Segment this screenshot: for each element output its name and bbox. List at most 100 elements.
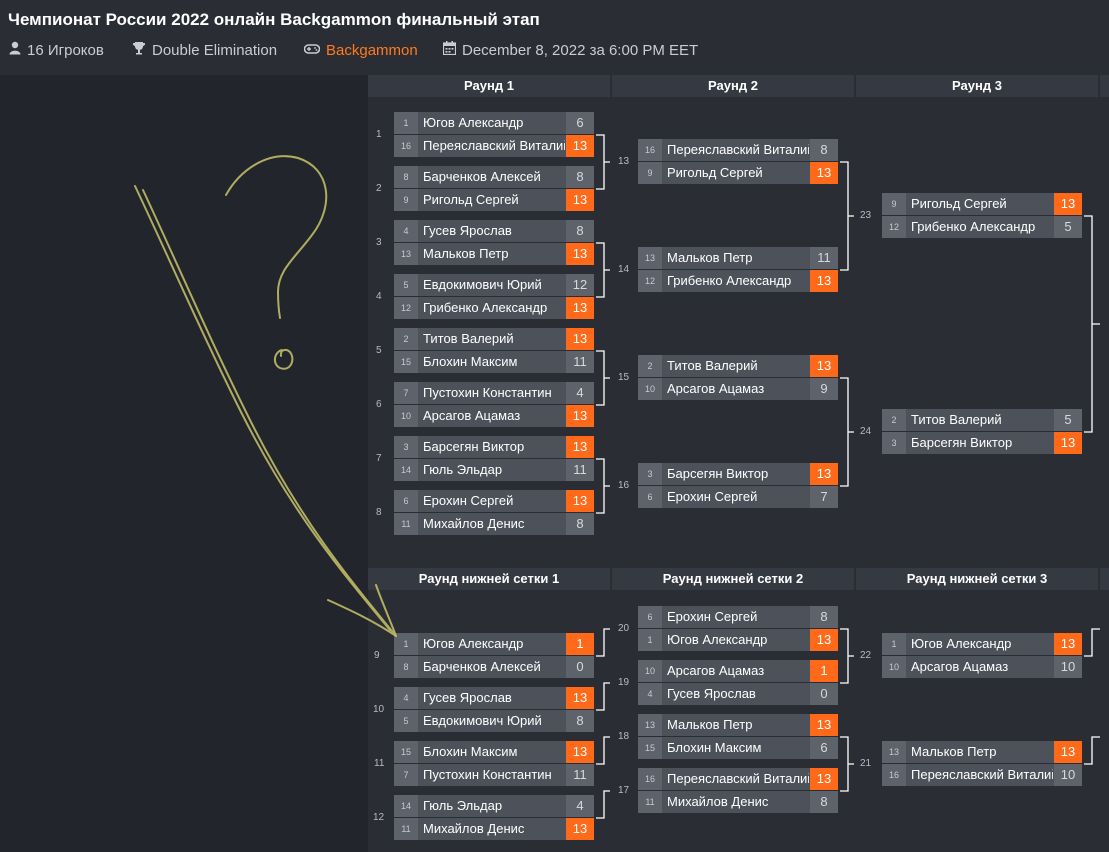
player-row[interactable]: 13 Мальков Петр 11 bbox=[638, 247, 838, 269]
player-row[interactable]: 11 Михайлов Денис 8 bbox=[638, 791, 838, 813]
player-row[interactable]: 9 Ригольд Сергей 13 bbox=[882, 193, 1082, 215]
player-name[interactable]: Арсагов Ацамаз bbox=[667, 660, 809, 682]
player-name[interactable]: Блохин Максим bbox=[423, 741, 565, 763]
player-name[interactable]: Гюль Эльдар bbox=[423, 459, 565, 481]
match-2[interactable]: 8 Барченков Алексей 8 9 Ригольд Сергей 13 bbox=[394, 166, 594, 212]
player-row[interactable]: 10 Арсагов Ацамаз 9 bbox=[638, 378, 838, 400]
match-16[interactable]: 3 Барсегян Виктор 13 6 Ерохин Сергей 7 bbox=[638, 463, 838, 509]
match-3[interactable]: 4 Гусев Ярослав 8 13 Мальков Петр 13 bbox=[394, 220, 594, 266]
player-row[interactable]: 1 Югов Александр 1 bbox=[394, 633, 594, 655]
player-name[interactable]: Барченков Алексей bbox=[423, 656, 565, 678]
player-name[interactable]: Барсегян Виктор bbox=[423, 436, 565, 458]
player-row[interactable]: 1 Югов Александр 13 bbox=[638, 629, 838, 651]
player-name[interactable]: Мальков Петр bbox=[911, 741, 1053, 763]
player-row[interactable]: 15 Блохин Максим 13 bbox=[394, 741, 594, 763]
match-1[interactable]: 1 Югов Александр 6 16 Переяславский Виталий 1… bbox=[394, 112, 594, 158]
player-name[interactable]: Арсагов Ацамаз bbox=[911, 656, 1053, 678]
player-row[interactable]: 16 Переяславский Виталий 10 bbox=[882, 764, 1082, 786]
player-row[interactable]: 4 Гусев Ярослав 8 bbox=[394, 220, 594, 242]
match-12[interactable]: 14 Гюль Эльдар 4 11 Михайлов Денис 13 bbox=[394, 795, 594, 841]
match-17[interactable]: 16 Переяславский Виталий 13 11 Михайлов Дени… bbox=[638, 768, 838, 814]
match-23[interactable]: 9 Ригольд Сергей 13 12 Грибенко Александр 5 bbox=[882, 193, 1082, 239]
player-row[interactable]: 11 Михайлов Денис 13 bbox=[394, 818, 594, 840]
player-row[interactable]: 8 Барченков Алексей 8 bbox=[394, 166, 594, 188]
player-name[interactable]: Грибенко Александр bbox=[423, 297, 565, 319]
match-5[interactable]: 2 Титов Валерий 13 15 Блохин Максим 11 bbox=[394, 328, 594, 374]
match-9[interactable]: 1 Югов Александр 1 8 Барченков Алексей 0 bbox=[394, 633, 594, 679]
player-name[interactable]: Югов Александр bbox=[667, 629, 809, 651]
game-link[interactable]: Backgammon bbox=[303, 40, 418, 60]
player-name[interactable]: Ерохин Сергей bbox=[423, 490, 565, 512]
player-name[interactable]: Барсегян Виктор bbox=[667, 463, 809, 485]
player-row[interactable]: 1 Югов Александр 13 bbox=[882, 633, 1082, 655]
player-row[interactable]: 7 Пустохин Константин 11 bbox=[394, 764, 594, 786]
player-row[interactable]: 8 Барченков Алексей 0 bbox=[394, 656, 594, 678]
match-18[interactable]: 13 Мальков Петр 13 15 Блохин Максим 6 bbox=[638, 714, 838, 760]
player-row[interactable]: 9 Ригольд Сергей 13 bbox=[638, 162, 838, 184]
player-name[interactable]: Барченков Алексей bbox=[423, 166, 565, 188]
player-row[interactable]: 14 Гюль Эльдар 4 bbox=[394, 795, 594, 817]
player-name[interactable]: Гусев Ярослав bbox=[667, 683, 809, 705]
player-name[interactable]: Михайлов Денис bbox=[423, 513, 565, 535]
player-row[interactable]: 2 Титов Валерий 13 bbox=[638, 355, 838, 377]
match-8[interactable]: 6 Ерохин Сергей 13 11 Михайлов Денис 8 bbox=[394, 490, 594, 536]
player-name[interactable]: Арсагов Ацамаз bbox=[423, 405, 565, 427]
player-row[interactable]: 3 Барсегян Виктор 13 bbox=[882, 432, 1082, 454]
player-name[interactable]: Переяславский Виталий bbox=[667, 139, 809, 161]
match-4[interactable]: 5 Евдокимович Юрий 12 12 Грибенко Александр 1… bbox=[394, 274, 594, 320]
player-name[interactable]: Переяславский Виталий bbox=[423, 135, 565, 157]
player-name[interactable]: Мальков Петр bbox=[423, 243, 565, 265]
player-row[interactable]: 4 Гусев Ярослав 13 bbox=[394, 687, 594, 709]
player-name[interactable]: Ригольд Сергей bbox=[667, 162, 809, 184]
player-name[interactable]: Югов Александр bbox=[911, 633, 1053, 655]
player-row[interactable]: 2 Титов Валерий 5 bbox=[882, 409, 1082, 431]
player-name[interactable]: Югов Александр bbox=[423, 633, 565, 655]
player-name[interactable]: Переяславский Виталий bbox=[667, 768, 809, 790]
match-7[interactable]: 3 Барсегян Виктор 13 14 Гюль Эльдар 11 bbox=[394, 436, 594, 482]
player-row[interactable]: 7 Пустохин Константин 4 bbox=[394, 382, 594, 404]
player-name[interactable]: Мальков Петр bbox=[667, 247, 809, 269]
player-name[interactable]: Ерохин Сергей bbox=[667, 486, 809, 508]
player-name[interactable]: Евдокимович Юрий bbox=[423, 274, 565, 296]
player-name[interactable]: Титов Валерий bbox=[667, 355, 809, 377]
player-name[interactable]: Евдокимович Юрий bbox=[423, 710, 565, 732]
player-row[interactable]: 13 Мальков Петр 13 bbox=[638, 714, 838, 736]
player-name[interactable]: Югов Александр bbox=[423, 112, 565, 134]
player-row[interactable]: 15 Блохин Максим 6 bbox=[638, 737, 838, 759]
player-row[interactable]: 2 Титов Валерий 13 bbox=[394, 328, 594, 350]
player-name[interactable]: Титов Валерий bbox=[423, 328, 565, 350]
match-6[interactable]: 7 Пустохин Константин 4 10 Арсагов Ацамаз 13 bbox=[394, 382, 594, 428]
match-21[interactable]: 13 Мальков Петр 13 16 Переяславский Виталий 1… bbox=[882, 741, 1082, 787]
player-row[interactable]: 16 Переяславский Виталий 13 bbox=[638, 768, 838, 790]
player-name[interactable]: Ерохин Сергей bbox=[667, 606, 809, 628]
player-row[interactable]: 13 Мальков Петр 13 bbox=[882, 741, 1082, 763]
match-11[interactable]: 15 Блохин Максим 13 7 Пустохин Константин 11 bbox=[394, 741, 594, 787]
player-name[interactable]: Михайлов Денис bbox=[667, 791, 809, 813]
player-name[interactable]: Титов Валерий bbox=[911, 409, 1053, 431]
match-15[interactable]: 2 Титов Валерий 13 10 Арсагов Ацамаз 9 bbox=[638, 355, 838, 401]
match-10[interactable]: 4 Гусев Ярослав 13 5 Евдокимович Юрий 8 bbox=[394, 687, 594, 733]
player-row[interactable]: 13 Мальков Петр 13 bbox=[394, 243, 594, 265]
player-row[interactable]: 3 Барсегян Виктор 13 bbox=[638, 463, 838, 485]
player-row[interactable]: 9 Ригольд Сергей 13 bbox=[394, 189, 594, 211]
player-row[interactable]: 10 Арсагов Ацамаз 10 bbox=[882, 656, 1082, 678]
player-name[interactable]: Пустохин Константин bbox=[423, 764, 565, 786]
player-row[interactable]: 6 Ерохин Сергей 13 bbox=[394, 490, 594, 512]
player-row[interactable]: 15 Блохин Максим 11 bbox=[394, 351, 594, 373]
player-row[interactable]: 5 Евдокимович Юрий 12 bbox=[394, 274, 594, 296]
player-name[interactable]: Гусев Ярослав bbox=[423, 220, 565, 242]
player-name[interactable]: Михайлов Денис bbox=[423, 818, 565, 840]
player-row[interactable]: 11 Михайлов Денис 8 bbox=[394, 513, 594, 535]
player-name[interactable]: Ригольд Сергей bbox=[911, 193, 1053, 215]
player-row[interactable]: 12 Грибенко Александр 13 bbox=[638, 270, 838, 292]
player-row[interactable]: 14 Гюль Эльдар 11 bbox=[394, 459, 594, 481]
player-name[interactable]: Гусев Ярослав bbox=[423, 687, 565, 709]
player-row[interactable]: 10 Арсагов Ацамаз 1 bbox=[638, 660, 838, 682]
match-24[interactable]: 2 Титов Валерий 5 3 Барсегян Виктор 13 bbox=[882, 409, 1082, 455]
player-row[interactable]: 3 Барсегян Виктор 13 bbox=[394, 436, 594, 458]
player-row[interactable]: 6 Ерохин Сергей 8 bbox=[638, 606, 838, 628]
player-row[interactable]: 4 Гусев Ярослав 0 bbox=[638, 683, 838, 705]
match-20[interactable]: 6 Ерохин Сергей 8 1 Югов Александр 13 bbox=[638, 606, 838, 652]
player-row[interactable]: 12 Грибенко Александр 5 bbox=[882, 216, 1082, 238]
player-name[interactable]: Грибенко Александр bbox=[667, 270, 809, 292]
